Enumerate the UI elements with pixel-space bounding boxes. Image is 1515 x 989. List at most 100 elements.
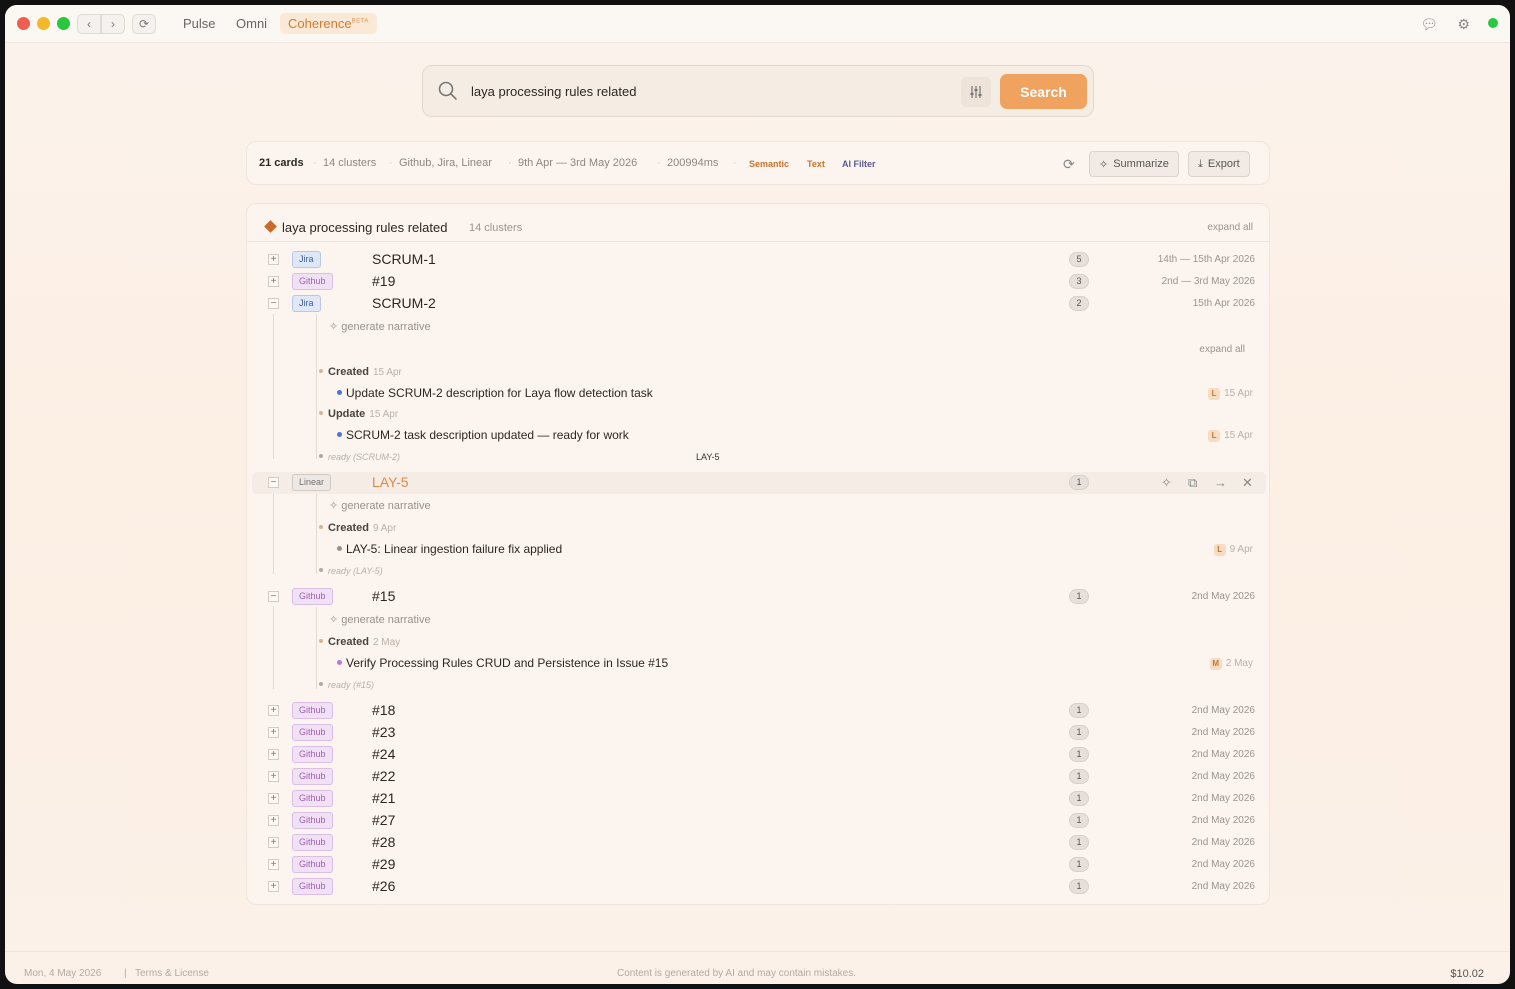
cluster-date: 2nd May 2026: [1191, 793, 1255, 804]
expand-all-button[interactable]: expand all: [1207, 222, 1253, 233]
generate-narrative-button[interactable]: ✧ generate narrative: [329, 613, 431, 626]
search-input[interactable]: [471, 80, 951, 102]
source-tag: Linear: [292, 474, 332, 491]
mode-semantic[interactable]: Semantic: [749, 159, 789, 169]
cluster-row[interactable]: + Github #21 1 2nd May 2026: [252, 789, 1266, 809]
cluster-row[interactable]: − Jira SCRUM-2 2 15th Apr 2026: [252, 294, 1266, 314]
expand-toggle[interactable]: +: [268, 771, 279, 782]
jira-dot: [337, 390, 342, 395]
expand-toggle[interactable]: +: [268, 727, 279, 738]
forward-button[interactable]: ›: [101, 14, 125, 34]
cluster-title[interactable]: #15: [372, 588, 395, 604]
event-item[interactable]: Update SCRUM-2 description for Laya flow…: [337, 386, 653, 400]
status-bullet: [319, 682, 323, 686]
event-date: 2 May: [372, 637, 401, 648]
cluster-row[interactable]: + Github #22 1 2nd May 2026: [252, 767, 1266, 787]
timeline-line: [316, 314, 317, 459]
cluster-title[interactable]: #19: [372, 273, 395, 289]
open-external-icon[interactable]: ⧉: [1188, 475, 1197, 491]
tab-omni[interactable]: Omni: [236, 16, 267, 31]
generate-narrative-button[interactable]: ✧ generate narrative: [329, 320, 431, 333]
cluster-title[interactable]: #29: [372, 856, 395, 872]
cluster-title[interactable]: #28: [372, 834, 395, 850]
jira-dot: [337, 432, 342, 437]
expand-toggle[interactable]: +: [268, 276, 279, 287]
mode-ai-filter[interactable]: AI Filter: [842, 159, 876, 169]
minimize-window-button[interactable]: [37, 17, 50, 30]
tab-coherence[interactable]: CoherenceBETA: [280, 13, 377, 34]
cluster-row[interactable]: + Github #18 1 2nd May 2026: [252, 701, 1266, 721]
ready-status: ready (SCRUM-2): [319, 452, 400, 462]
cluster-row[interactable]: − Github #15 1 2nd May 2026: [252, 587, 1266, 607]
tab-pulse[interactable]: Pulse: [183, 16, 216, 31]
event-bullet: [319, 411, 323, 415]
card-count-badge: 2: [1069, 296, 1089, 311]
expand-toggle[interactable]: +: [268, 793, 279, 804]
expand-toggle[interactable]: +: [268, 859, 279, 870]
source-tag: Github: [292, 588, 333, 605]
export-button[interactable]: ⤓ Export: [1188, 151, 1250, 177]
cluster-row[interactable]: − Linear LAY-5 1 ✧ ⧉ → ✕: [252, 472, 1266, 494]
search-button[interactable]: Search: [1000, 74, 1087, 109]
expand-all-events-button[interactable]: expand all: [1199, 344, 1245, 355]
expand-toggle[interactable]: +: [268, 254, 279, 265]
close-icon[interactable]: ✕: [1242, 475, 1253, 491]
cluster-title[interactable]: #21: [372, 790, 395, 806]
generate-narrative-button[interactable]: ✧ generate narrative: [329, 499, 431, 512]
expand-toggle[interactable]: +: [268, 749, 279, 760]
refresh-results-icon[interactable]: ⟳: [1063, 156, 1075, 173]
expand-toggle[interactable]: +: [268, 881, 279, 892]
cluster-title[interactable]: #24: [372, 746, 395, 762]
gear-icon[interactable]: ⚙: [1457, 16, 1470, 33]
chat-icon[interactable]: 💬︎: [1420, 16, 1438, 33]
event-item[interactable]: SCRUM-2 task description updated — ready…: [337, 428, 629, 442]
card-count-badge: 1: [1069, 703, 1089, 718]
mode-text[interactable]: Text: [807, 159, 825, 169]
cluster-title[interactable]: #26: [372, 878, 395, 894]
source-tag: Github: [292, 878, 333, 895]
cluster-row[interactable]: + Github #27 1 2nd May 2026: [252, 811, 1266, 831]
cluster-row[interactable]: + Github #29 1 2nd May 2026: [252, 855, 1266, 875]
cluster-row[interactable]: + Github #23 1 2nd May 2026: [252, 723, 1266, 743]
usage-cost: $10.02: [1450, 968, 1484, 980]
beta-badge: BETA: [351, 18, 369, 25]
cluster-title[interactable]: SCRUM-2: [372, 295, 436, 311]
separator: ·: [389, 157, 393, 169]
timeline-line: [273, 607, 274, 689]
close-window-button[interactable]: [17, 17, 30, 30]
cluster-title[interactable]: LAY-5: [372, 474, 409, 490]
cluster-title[interactable]: #27: [372, 812, 395, 828]
filter-button[interactable]: [961, 77, 991, 107]
collapse-toggle[interactable]: −: [268, 477, 279, 488]
event-item[interactable]: LAY-5: Linear ingestion failure fix appl…: [337, 542, 562, 556]
cluster-row[interactable]: + Jira SCRUM-1 5 14th — 15th Apr 2026: [252, 250, 1266, 270]
separator: ·: [733, 157, 737, 169]
back-button[interactable]: ‹: [77, 14, 101, 34]
sparkle-action-icon[interactable]: ✧: [1161, 475, 1172, 491]
zoom-window-button[interactable]: [57, 17, 70, 30]
ready-status: ready (#15): [319, 680, 374, 690]
source-tag: Github: [292, 856, 333, 873]
collapse-toggle[interactable]: −: [268, 591, 279, 602]
collapse-toggle[interactable]: −: [268, 298, 279, 309]
arrow-right-icon[interactable]: →: [1214, 475, 1227, 490]
event-item[interactable]: Verify Processing Rules CRUD and Persist…: [337, 656, 668, 670]
summarize-button[interactable]: ✧ Summarize: [1089, 151, 1179, 177]
cluster-title[interactable]: #23: [372, 724, 395, 740]
cluster-title[interactable]: #22: [372, 768, 395, 784]
terms-link[interactable]: Terms & License: [135, 968, 209, 979]
generate-narrative-label: generate narrative: [341, 614, 431, 626]
event-bullet: [319, 369, 323, 373]
cluster-title[interactable]: #18: [372, 702, 395, 718]
expand-toggle[interactable]: +: [268, 705, 279, 716]
cluster-row[interactable]: + Github #24 1 2nd May 2026: [252, 745, 1266, 765]
cluster-row[interactable]: + Github #19 3 2nd — 3rd May 2026: [252, 272, 1266, 292]
expand-toggle[interactable]: +: [268, 837, 279, 848]
cluster-row[interactable]: + Github #28 1 2nd May 2026: [252, 833, 1266, 853]
source-tag: Github: [292, 702, 333, 719]
cluster-row[interactable]: + Github #26 1 2nd May 2026: [252, 877, 1266, 897]
expand-toggle[interactable]: +: [268, 815, 279, 826]
cluster-title[interactable]: SCRUM-1: [372, 251, 436, 267]
cluster-date: 15th Apr 2026: [1192, 298, 1255, 309]
refresh-button[interactable]: ⟳: [132, 14, 156, 34]
